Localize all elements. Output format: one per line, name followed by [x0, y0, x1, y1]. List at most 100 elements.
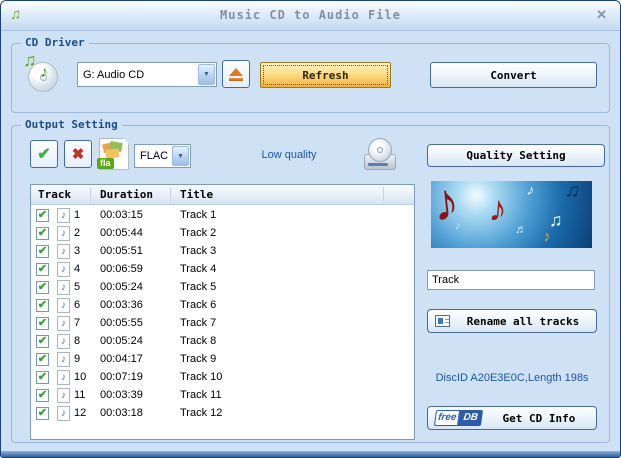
track-row[interactable]: ✔ ♪ 8 00:05:24 Track 8	[31, 333, 414, 351]
track-number: 12	[74, 407, 87, 419]
drive-select-dropdown-button[interactable]: ▼	[198, 64, 215, 85]
convert-button[interactable]: Convert	[430, 62, 597, 88]
rename-icon	[435, 315, 450, 327]
track-checkbox[interactable]: ✔	[36, 317, 49, 330]
column-header-track[interactable]: Track	[38, 188, 71, 201]
cd-drive-icon	[362, 136, 398, 172]
track-title: Track 10	[180, 371, 223, 383]
check-icon: ✔	[37, 262, 48, 275]
check-icon: ✔	[37, 352, 48, 365]
deselect-all-button[interactable]: ✖	[64, 140, 92, 168]
note-icon: ♪	[61, 353, 66, 365]
track-number: 5	[74, 281, 81, 293]
white-note-icon: ♬	[515, 222, 527, 236]
audio-file-icon: ♪	[57, 316, 70, 331]
check-icon: ✔	[37, 146, 51, 163]
track-title: Track 2	[180, 227, 217, 239]
note-icon: ♪	[61, 317, 66, 329]
column-separator	[170, 187, 171, 202]
track-title: Track 7	[180, 317, 217, 329]
audio-file-icon: ♪	[57, 226, 70, 241]
audio-file-icon: ♪	[57, 262, 70, 277]
track-checkbox[interactable]: ✔	[36, 299, 49, 312]
note-icon: ♪	[61, 389, 66, 401]
column-header-duration[interactable]: Duration	[100, 188, 153, 201]
track-title: Track 6	[180, 299, 217, 311]
quality-setting-button[interactable]: Quality Setting	[427, 144, 605, 167]
track-row[interactable]: ✔ ♪ 6 00:03:36 Track 6	[31, 297, 414, 315]
column-separator	[90, 187, 91, 202]
quality-status-text: Low quality	[261, 149, 317, 161]
format-select[interactable]: FLAC ▼	[134, 144, 191, 168]
freedb-logo-db: DB	[458, 410, 483, 426]
note-icon: ♪	[61, 335, 66, 347]
track-checkbox[interactable]: ✔	[36, 335, 49, 348]
track-title: Track 8	[180, 335, 217, 347]
track-duration: 00:05:24	[100, 281, 143, 293]
refresh-button[interactable]: Refresh	[260, 62, 391, 88]
track-rows: ✔ ♪ 1 00:03:15 Track 1 ✔ ♪ 2 00:05:44 Tr…	[31, 205, 414, 423]
column-header-title[interactable]: Title	[180, 188, 213, 201]
track-checkbox[interactable]: ✔	[36, 209, 49, 222]
album-art: ♪ ♪ ♫ ♪ ♫ ♬ ♫ ♪ ♪	[431, 181, 592, 248]
track-row[interactable]: ✔ ♪ 5 00:05:24 Track 5	[31, 279, 414, 297]
track-row[interactable]: ✔ ♪ 11 00:03:39 Track 11	[31, 387, 414, 405]
cd-driver-group-label: CD Driver	[21, 36, 89, 49]
white-note-icon: ♪	[455, 220, 461, 232]
drive-select[interactable]: G: Audio CD ▼	[77, 62, 217, 87]
track-number: 8	[74, 335, 81, 347]
track-title: Track 1	[180, 209, 217, 221]
track-number: 3	[74, 245, 81, 257]
format-select-dropdown-button[interactable]: ▼	[172, 146, 189, 166]
get-cd-info-button[interactable]: free DB Get CD Info	[427, 406, 597, 430]
track-number: 6	[74, 299, 81, 311]
track-number: 9	[74, 353, 81, 365]
track-row[interactable]: ✔ ♪ 3 00:05:51 Track 3	[31, 243, 414, 261]
track-list[interactable]: Track Duration Title ✔ ♪ 1 00:03:15 Trac…	[30, 184, 415, 440]
track-row[interactable]: ✔ ♪ 4 00:06:59 Track 4	[31, 261, 414, 279]
output-setting-group-label: Output Setting	[21, 118, 122, 131]
rename-all-tracks-button[interactable]: Rename all tracks	[427, 309, 597, 333]
track-row[interactable]: ✔ ♪ 2 00:05:44 Track 2	[31, 225, 414, 243]
track-duration: 00:03:36	[100, 299, 143, 311]
format-select-value: FLAC	[140, 150, 169, 162]
track-duration: 00:06:59	[100, 263, 143, 275]
track-row[interactable]: ✔ ♪ 7 00:05:55 Track 7	[31, 315, 414, 333]
track-row[interactable]: ✔ ♪ 9 00:04:17 Track 9	[31, 351, 414, 369]
note-icon: ♪	[61, 407, 66, 419]
music-disc-icon: ♫ ♪	[23, 50, 64, 96]
track-checkbox[interactable]: ✔	[36, 227, 49, 240]
track-checkbox[interactable]: ✔	[36, 281, 49, 294]
format-badge: fla	[97, 158, 114, 169]
track-checkbox[interactable]: ✔	[36, 389, 49, 402]
audio-file-icon: ♪	[57, 388, 70, 403]
eject-button[interactable]	[222, 60, 250, 88]
app-window: ♫ Music CD to Audio File ✕ CD Driver ♫ ♪…	[0, 0, 621, 458]
track-row[interactable]: ✔ ♪ 12 00:03:18 Track 12	[31, 405, 414, 423]
track-checkbox[interactable]: ✔	[36, 353, 49, 366]
track-name-input[interactable]	[427, 270, 595, 290]
track-title: Track 5	[180, 281, 217, 293]
audio-file-icon: ♪	[57, 244, 70, 259]
track-row[interactable]: ✔ ♪ 1 00:03:15 Track 1	[31, 207, 414, 225]
track-duration: 00:05:44	[100, 227, 143, 239]
track-row[interactable]: ✔ ♪ 10 00:07:19 Track 10	[31, 369, 414, 387]
note-icon: ♪	[61, 299, 66, 311]
audio-file-icon: ♪	[57, 208, 70, 223]
track-checkbox[interactable]: ✔	[36, 245, 49, 258]
track-duration: 00:05:51	[100, 245, 143, 257]
track-checkbox[interactable]: ✔	[36, 407, 49, 420]
track-checkbox[interactable]: ✔	[36, 263, 49, 276]
window-title: Music CD to Audio File	[220, 8, 401, 22]
track-checkbox[interactable]: ✔	[36, 371, 49, 384]
select-all-button[interactable]: ✔	[30, 140, 58, 168]
title-bar[interactable]: ♫ Music CD to Audio File ✕	[1, 1, 620, 31]
note-icon: ♪	[61, 245, 66, 257]
track-number: 7	[74, 317, 81, 329]
gold-note-icon: ♪	[541, 227, 552, 246]
white-note-icon: ♫	[549, 210, 563, 230]
column-separator	[383, 187, 384, 202]
audio-file-icon: ♪	[57, 298, 70, 313]
close-icon[interactable]: ✕	[596, 7, 607, 23]
track-number: 10	[74, 371, 87, 383]
